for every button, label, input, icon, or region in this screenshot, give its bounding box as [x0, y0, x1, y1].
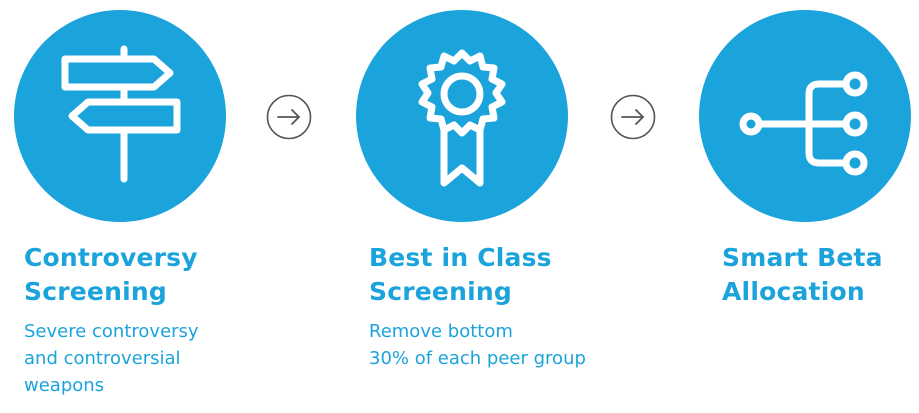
step-2-description: Remove bottom 30% of each peer group — [369, 318, 586, 372]
step-3-circle — [699, 10, 911, 222]
step-2-title-line-2: Screening — [369, 277, 512, 306]
step-2-title-line-1: Best in Class — [369, 243, 552, 272]
step-1-circle — [14, 10, 226, 222]
arrow-right-icon — [266, 94, 312, 140]
award-ribbon-icon — [418, 49, 506, 187]
arrow-right-icon — [610, 94, 656, 140]
step-1-title-line-2: Screening — [24, 277, 167, 306]
step-1-description: Severe controversy and controversial wea… — [24, 318, 199, 399]
step-1-title: Controversy Screening — [24, 241, 198, 309]
step-1-desc-line-3: weapons — [24, 375, 105, 396]
step-3-title-line-2: Allocation — [722, 277, 865, 306]
step-1-desc-line-1: Severe controversy — [24, 321, 199, 342]
step-2-desc-line-2: 30% of each peer group — [369, 348, 586, 369]
step-1-desc-line-2: and controversial — [24, 348, 181, 369]
step-2-desc-line-1: Remove bottom — [369, 321, 513, 342]
step-1-title-line-1: Controversy — [24, 243, 198, 272]
step-2-circle — [356, 10, 568, 222]
step-3-title: Smart Beta Allocation — [722, 241, 883, 309]
signpost-icon — [61, 45, 181, 183]
step-2-title: Best in Class Screening — [369, 241, 552, 309]
branching-network-icon — [739, 71, 868, 176]
step-3-title-line-1: Smart Beta — [722, 243, 883, 272]
